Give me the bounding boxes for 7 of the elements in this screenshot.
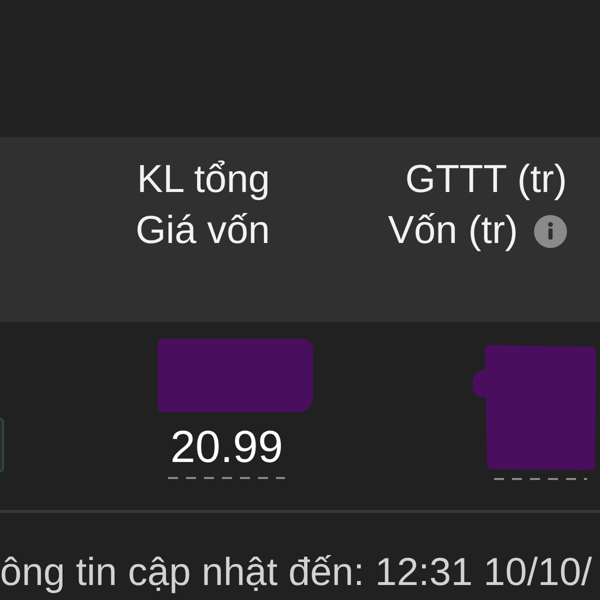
column-header: KL tổng [137, 157, 270, 203]
column-subheader: Giá vốn [136, 208, 270, 254]
column-subheader: Vốn (tr) [388, 208, 518, 254]
update-time-text: ông tin cập nhật đến: 12:31 10/10/ [0, 551, 592, 595]
cost-price-value: 20.99 [170, 421, 283, 473]
column-header: GTTT (tr) [405, 157, 567, 203]
info-icon[interactable] [534, 215, 567, 248]
